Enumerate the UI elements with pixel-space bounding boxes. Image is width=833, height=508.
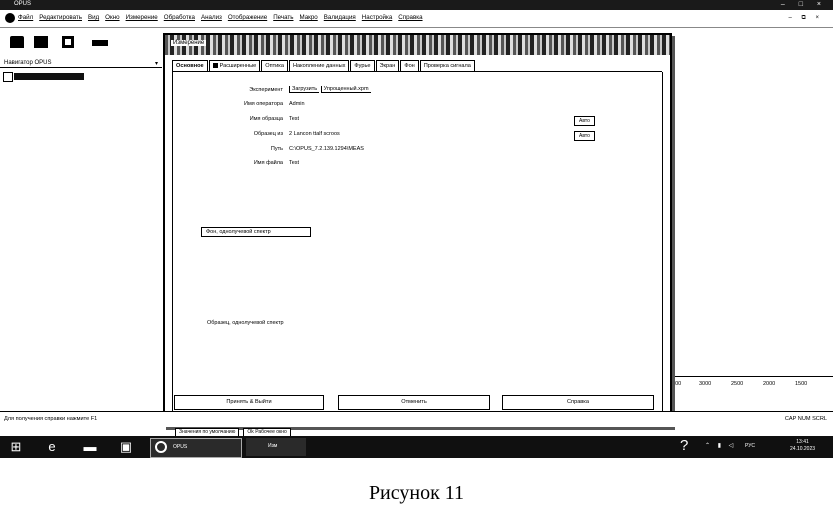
store-icon[interactable]: ▣ [118, 439, 134, 455]
help-button[interactable]: Справка [502, 395, 654, 410]
sample-form-field[interactable]: 2 Lancon ttalf scroos [289, 131, 340, 137]
operator-name-label: Имя оператора [244, 101, 283, 107]
taskbar-measure-label: Изм [268, 443, 278, 449]
axis-tick: 3000 [699, 381, 712, 387]
tab-display[interactable]: Экран [375, 60, 400, 71]
menu-print[interactable]: Печать [273, 14, 293, 21]
app-title: OPUS [14, 1, 32, 7]
tray-icons[interactable]: ⌃ ▮ ◁ [705, 442, 736, 449]
language-indicator[interactable]: РУС [745, 443, 755, 449]
opus-app-icon [155, 441, 167, 453]
menu-view[interactable]: Вид [88, 14, 99, 21]
tab-advanced-label: Расширенные [219, 63, 257, 69]
menu-settings[interactable]: Настройка [362, 14, 392, 21]
status-help-text: Для получения справки нажмите F1 [4, 416, 98, 422]
tab-basic[interactable]: Основное [172, 60, 208, 71]
tab-acquisition[interactable]: Накопление данных [288, 60, 350, 71]
flag-icon [212, 63, 218, 69]
opus-logo-icon [5, 13, 15, 23]
sample-form-label: Образец из [253, 131, 283, 137]
axis-tick: 2500 [731, 381, 744, 387]
taskbar-opus-button[interactable]: OPUS [150, 438, 242, 458]
menu-measure[interactable]: Измерение [126, 14, 158, 21]
windows-taskbar: ⊞ e ▬ ▣ OPUS Изм ? ⌃ ▮ ◁ РУС 13:41 24.10… [0, 436, 833, 458]
menu-analysis[interactable]: Анализ [201, 14, 222, 21]
help-icon[interactable]: ? [680, 437, 688, 454]
open-file-icon[interactable] [10, 36, 24, 48]
axis-tick: 1500 [795, 381, 808, 387]
menu-items: Файл Редактировать Вид Окно Измерение Об… [18, 14, 423, 21]
sample-name-field[interactable]: Test [289, 116, 299, 122]
clock[interactable]: 13:41 24.10.2023 [790, 439, 815, 453]
folder-icon[interactable]: ▬ [82, 439, 98, 455]
clock-date: 24.10.2023 [790, 446, 816, 452]
start-icon[interactable]: ⊞ [8, 439, 24, 455]
sample-name-label: Имя образца [249, 116, 283, 122]
dialog-title: Измерение [171, 40, 207, 46]
sample-form-auto-button[interactable]: Авто [574, 131, 595, 141]
file-name-field[interactable]: Test [289, 160, 299, 166]
mdi-controls[interactable]: – ⧉ × [789, 15, 823, 22]
menu-process[interactable]: Обработка [164, 14, 195, 21]
clock-time: 13:41 [796, 439, 809, 445]
menu-help[interactable]: Справка [398, 14, 422, 21]
experiment-field: Загрузить Упрощенный.xpm [289, 86, 371, 93]
path-field[interactable]: C:\OPUS_7.2.139.1294\MEAS [289, 146, 364, 152]
figure-caption: Рисунок 11 [368, 482, 465, 504]
menu-edit[interactable]: Редактировать [39, 14, 82, 21]
menu-validation[interactable]: Валидация [324, 14, 356, 21]
file-icon [3, 72, 13, 82]
spectrum-x-axis: 3500 3000 2500 2000 1500 [665, 376, 833, 391]
experiment-label: Эксперимент [249, 87, 283, 93]
navigator-panel [0, 67, 162, 411]
sample-name-auto-button[interactable]: Авто [574, 116, 595, 126]
menu-bar: Файл Редактировать Вид Окно Измерение Об… [0, 11, 833, 28]
tab-body: Эксперимент Загрузить Упрощенный.xpm Имя… [172, 72, 663, 418]
status-bar: Для получения справки нажмите F1 CAP NUM… [0, 411, 833, 438]
window-controls[interactable]: – □ × [781, 1, 827, 8]
menu-display[interactable]: Отображение [228, 14, 267, 21]
apply-exit-button[interactable]: Принять & Выйти [174, 395, 324, 410]
document-icon[interactable] [62, 36, 74, 48]
tab-signal-check[interactable]: Проверка сигнала [419, 60, 475, 71]
measure-icon[interactable] [92, 40, 108, 46]
axis-tick: 2000 [763, 381, 776, 387]
status-indicators: CAP NUM SCRL [784, 416, 827, 422]
taskbar-measure-button[interactable]: Изм [246, 438, 306, 456]
taskbar-opus-label: OPUS [173, 444, 188, 450]
cancel-button[interactable]: Отменить [338, 395, 490, 410]
menu-window[interactable]: Окно [105, 14, 119, 21]
navigator-selected-item[interactable] [14, 73, 84, 80]
dialog-title-bar[interactable]: Измерение [165, 35, 670, 55]
tab-advanced[interactable]: Расширенные [208, 60, 261, 71]
measurement-dialog: Измерение Основное Расширенные Оптика На… [163, 33, 672, 427]
experiment-load-button[interactable]: Загрузить [289, 86, 320, 93]
app-title-bar: OPUS – □ × [0, 0, 833, 10]
navigator-pin-icon[interactable]: ▾ [155, 60, 158, 67]
dialog-tabs: Основное Расширенные Оптика Накопление д… [172, 60, 476, 71]
menu-file[interactable]: Файл [18, 14, 33, 21]
navigator-title: Навигатор OPUS [4, 60, 52, 66]
experiment-file[interactable]: Упрощенный.xpm [320, 86, 371, 93]
browser-icon[interactable]: e [44, 439, 60, 455]
tab-background[interactable]: Фон [400, 60, 419, 71]
dialog-footer: Принять & Выйти Отменить Справка [172, 393, 662, 411]
toolbar [0, 28, 160, 56]
operator-name-field[interactable]: Admin [289, 101, 305, 107]
path-label: Путь [270, 146, 283, 152]
file-name-label: Имя файла [253, 160, 283, 166]
save-file-icon[interactable] [34, 36, 48, 48]
background-single-channel-button[interactable]: Фон, однолучевой спектр [201, 227, 311, 237]
sample-single-channel-label: Образец, однолучевой спектр [207, 320, 284, 326]
menu-macro[interactable]: Макро [299, 14, 317, 21]
tab-fourier[interactable]: Фурье [350, 60, 375, 71]
tab-optics[interactable]: Оптика [261, 60, 288, 71]
